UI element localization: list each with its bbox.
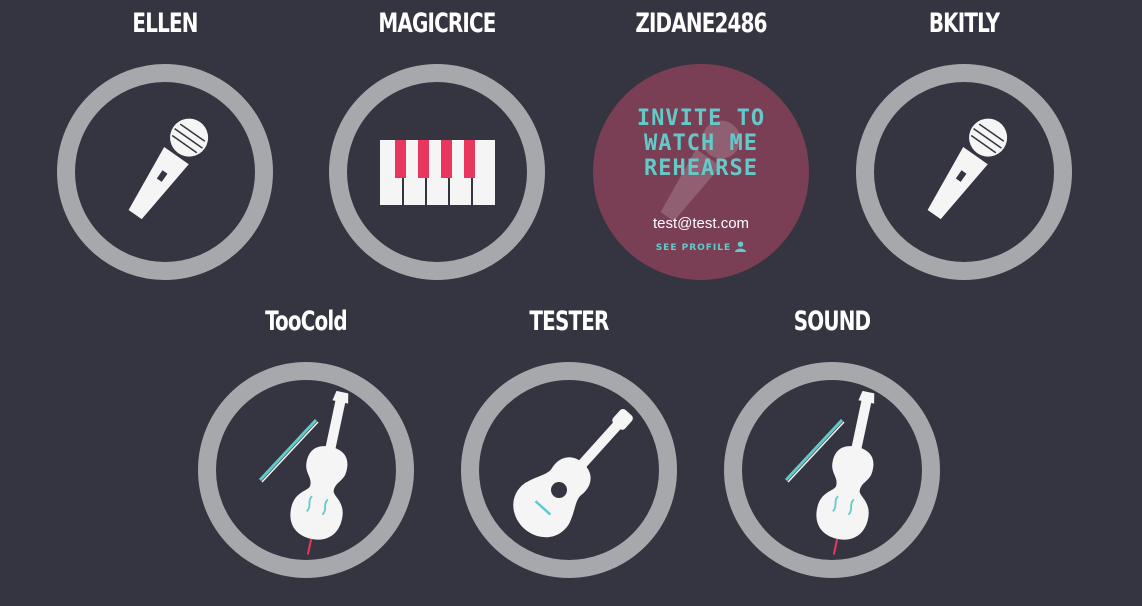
member-card-magicrice: MAGICRICE [327,0,547,280]
member-name: ELLEN [132,8,198,39]
guitar-icon [513,409,633,538]
member-name: BKITLY [928,8,1000,39]
violin-icon [258,390,349,555]
member-name: MAGICRICE [378,8,496,39]
see-profile-link[interactable]: SEE PROFILE [591,241,811,253]
member-card-ellen: ELLEN [55,0,275,280]
member-card-sound: SOUND [722,298,942,578]
member-card-toocold: TooCold [196,298,416,578]
user-icon [735,241,747,252]
member-avatar-button[interactable] [196,360,416,580]
member-name: TESTER [529,306,609,337]
microphone-icon [128,118,209,220]
member-avatar-button[interactable] [459,360,679,580]
member-email: test@test.com [652,215,750,232]
member-avatar-button[interactable] [854,62,1074,282]
piano-keys-icon [380,140,495,205]
member-name: ZIDANE2486 [635,8,767,39]
member-avatar-button[interactable] [55,62,275,282]
member-card-zidane2486: ZIDANE2486 INVITE TO WATCH ME REHEARSE t… [591,0,811,280]
member-card-tester: TESTER [459,298,679,578]
member-hover-card[interactable]: INVITE TO WATCH ME REHEARSE test@test.co… [591,62,811,282]
microphone-icon [927,118,1008,220]
member-name: TooCold [265,306,347,337]
invite-to-rehearse-button[interactable]: INVITE TO WATCH ME REHEARSE [621,106,781,181]
member-avatar-button[interactable] [327,62,547,282]
member-card-bkitly: BKITLY [854,0,1074,280]
member-avatar-button[interactable] [722,360,942,580]
violin-icon [784,390,875,555]
see-profile-label: SEE PROFILE [655,243,732,253]
member-name: SOUND [793,306,871,337]
